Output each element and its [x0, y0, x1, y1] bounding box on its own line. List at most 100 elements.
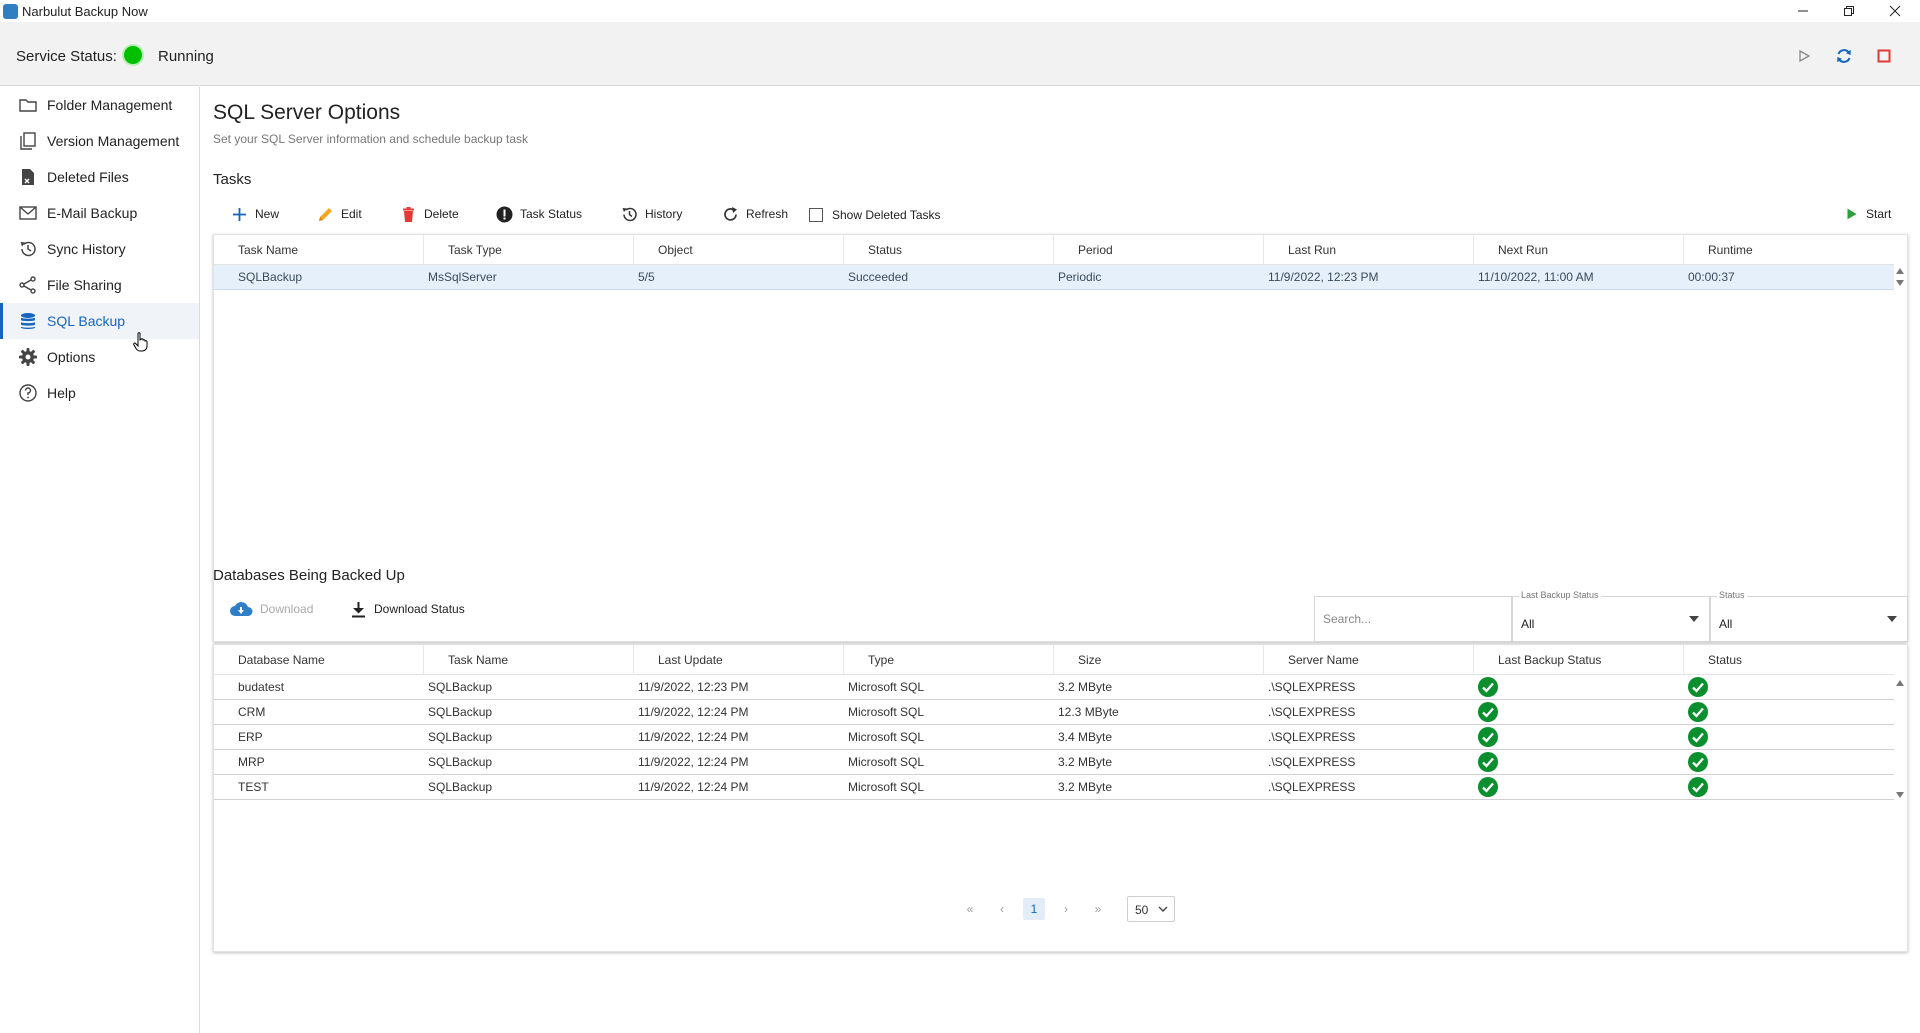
trash-icon: [403, 206, 414, 222]
column-header[interactable]: Task Name: [424, 645, 634, 675]
database-name-cell: CRM: [238, 705, 266, 719]
edit-task-label: Edit: [341, 207, 362, 221]
sidebar-item-label: File Sharing: [47, 277, 122, 293]
sidebar-item-label: Version Management: [47, 133, 180, 149]
table-row[interactable]: TEST SQLBackup 11/9/2022, 12:24 PM Micro…: [214, 775, 1894, 800]
column-header[interactable]: Runtime: [1684, 235, 1894, 265]
last-run-cell: 11/9/2022, 12:23 PM: [1268, 270, 1379, 284]
first-page-button[interactable]: «: [959, 898, 981, 920]
download-icon: [352, 601, 365, 617]
databases-scrollbar[interactable]: [1895, 679, 1905, 799]
start-task-button[interactable]: Start: [1845, 202, 1891, 226]
restart-service-button[interactable]: [1833, 45, 1855, 67]
column-header[interactable]: Task Type: [424, 235, 634, 265]
search-input[interactable]: [1315, 597, 1511, 641]
minimize-button[interactable]: [1780, 0, 1826, 22]
edit-task-button[interactable]: Edit: [317, 202, 362, 226]
column-header[interactable]: Next Run: [1474, 235, 1684, 265]
delete-task-button[interactable]: Delete: [400, 202, 459, 226]
stop-service-button[interactable]: [1873, 45, 1895, 67]
last-update-cell: 11/9/2022, 12:24 PM: [638, 705, 749, 719]
column-header[interactable]: Server Name: [1264, 645, 1474, 675]
play-icon: [1847, 208, 1857, 220]
sidebar-item-options[interactable]: Options: [0, 339, 199, 375]
refresh-icon: [724, 206, 737, 221]
refresh-button[interactable]: Refresh: [722, 202, 788, 226]
column-header[interactable]: Last Backup Status: [1474, 645, 1684, 675]
table-row[interactable]: ERP SQLBackup 11/9/2022, 12:24 PM Micros…: [214, 725, 1894, 750]
sidebar-item-file-sharing[interactable]: File Sharing: [0, 267, 199, 303]
page-number-button[interactable]: 1: [1023, 898, 1045, 920]
column-header[interactable]: Period: [1054, 235, 1264, 265]
last-backup-status-select[interactable]: Last Backup Status All: [1512, 590, 1710, 642]
table-row[interactable]: MRP SQLBackup 11/9/2022, 12:24 PM Micros…: [214, 750, 1894, 775]
status-cell: [1664, 750, 1874, 775]
check-circle-icon: [1688, 727, 1708, 747]
sidebar-item-help[interactable]: Help: [0, 375, 199, 411]
scroll-down-arrow[interactable]: [1895, 791, 1905, 799]
scroll-down-arrow[interactable]: [1895, 279, 1905, 287]
table-row[interactable]: SQLBackup MsSqlServer 5/5 Succeeded Peri…: [214, 265, 1894, 290]
download-button[interactable]: Download: [229, 597, 313, 621]
sidebar-item-folder-management[interactable]: Folder Management: [0, 87, 199, 123]
pencil-icon: [319, 207, 332, 221]
column-header[interactable]: Status: [1684, 645, 1894, 675]
scroll-up-arrow[interactable]: [1895, 679, 1905, 687]
last-backup-status-cell: [1454, 675, 1664, 700]
refresh-label: Refresh: [746, 207, 789, 221]
new-task-button[interactable]: New: [231, 202, 279, 226]
start-service-button[interactable]: [1793, 45, 1815, 67]
last-backup-status-cell: [1454, 725, 1664, 750]
previous-page-button[interactable]: ‹: [991, 898, 1013, 920]
column-header[interactable]: Last Update: [634, 645, 844, 675]
status-select[interactable]: Status All: [1710, 590, 1908, 642]
sidebar-item-sql-backup[interactable]: SQL Backup: [0, 303, 199, 339]
share-icon: [19, 276, 36, 294]
checkbox-box[interactable]: [809, 208, 823, 222]
sidebar-item-label: Deleted Files: [47, 169, 129, 185]
restore-button[interactable]: [1826, 0, 1872, 22]
folder-icon: [19, 99, 37, 112]
status-filter-value: All: [1719, 617, 1733, 631]
chevron-down-icon: [1689, 616, 1699, 622]
task-name-cell: SQLBackup: [428, 680, 493, 694]
table-row[interactable]: budatest SQLBackup 11/9/2022, 12:23 PM M…: [214, 675, 1894, 700]
help-icon: [19, 384, 37, 402]
show-deleted-tasks-checkbox[interactable]: Show Deleted Tasks: [809, 203, 941, 227]
table-row[interactable]: CRM SQLBackup 11/9/2022, 12:24 PM Micros…: [214, 700, 1894, 725]
tasks-scrollbar[interactable]: [1895, 267, 1905, 289]
sync-icon: [1837, 49, 1851, 63]
service-status-label: Service Status:: [16, 48, 117, 65]
task-status-button[interactable]: Task Status: [496, 202, 582, 226]
stop-icon: [1877, 49, 1891, 63]
start-task-label: Start: [1866, 207, 1892, 221]
sidebar-item-email-backup[interactable]: E-Mail Backup: [0, 195, 199, 231]
column-header[interactable]: Object: [634, 235, 844, 265]
database-name-cell: ERP: [238, 730, 263, 744]
check-circle-icon: [1688, 752, 1708, 772]
column-header[interactable]: Last Run: [1264, 235, 1474, 265]
column-header[interactable]: Size: [1054, 645, 1264, 675]
download-status-button[interactable]: Download Status: [350, 597, 465, 621]
history-button[interactable]: History: [621, 202, 682, 226]
sidebar-item-sync-history[interactable]: Sync History: [0, 231, 199, 267]
column-header[interactable]: Status: [844, 235, 1054, 265]
server-name-cell: .\SQLEXPRESS: [1268, 755, 1356, 769]
page-size-select[interactable]: 50: [1127, 896, 1175, 922]
database-name-cell: MRP: [238, 755, 265, 769]
scroll-up-arrow[interactable]: [1895, 267, 1905, 275]
column-header[interactable]: Database Name: [214, 645, 424, 675]
column-header[interactable]: Type: [844, 645, 1054, 675]
last-page-button[interactable]: »: [1087, 898, 1109, 920]
tasks-table: Task Name Task Type Object Status Period…: [213, 234, 1908, 642]
next-page-button[interactable]: ›: [1055, 898, 1077, 920]
sidebar-item-label: Options: [47, 349, 96, 365]
sidebar-item-deleted-files[interactable]: Deleted Files: [0, 159, 199, 195]
pagination: « ‹ 1 › » 50: [959, 896, 1219, 926]
last-update-cell: 11/9/2022, 12:23 PM: [638, 680, 749, 694]
sidebar-item-version-management[interactable]: Version Management: [0, 123, 199, 159]
close-button[interactable]: [1872, 0, 1918, 22]
new-task-label: New: [255, 207, 280, 221]
column-header[interactable]: Task Name: [214, 235, 424, 265]
plus-icon: [233, 207, 246, 221]
